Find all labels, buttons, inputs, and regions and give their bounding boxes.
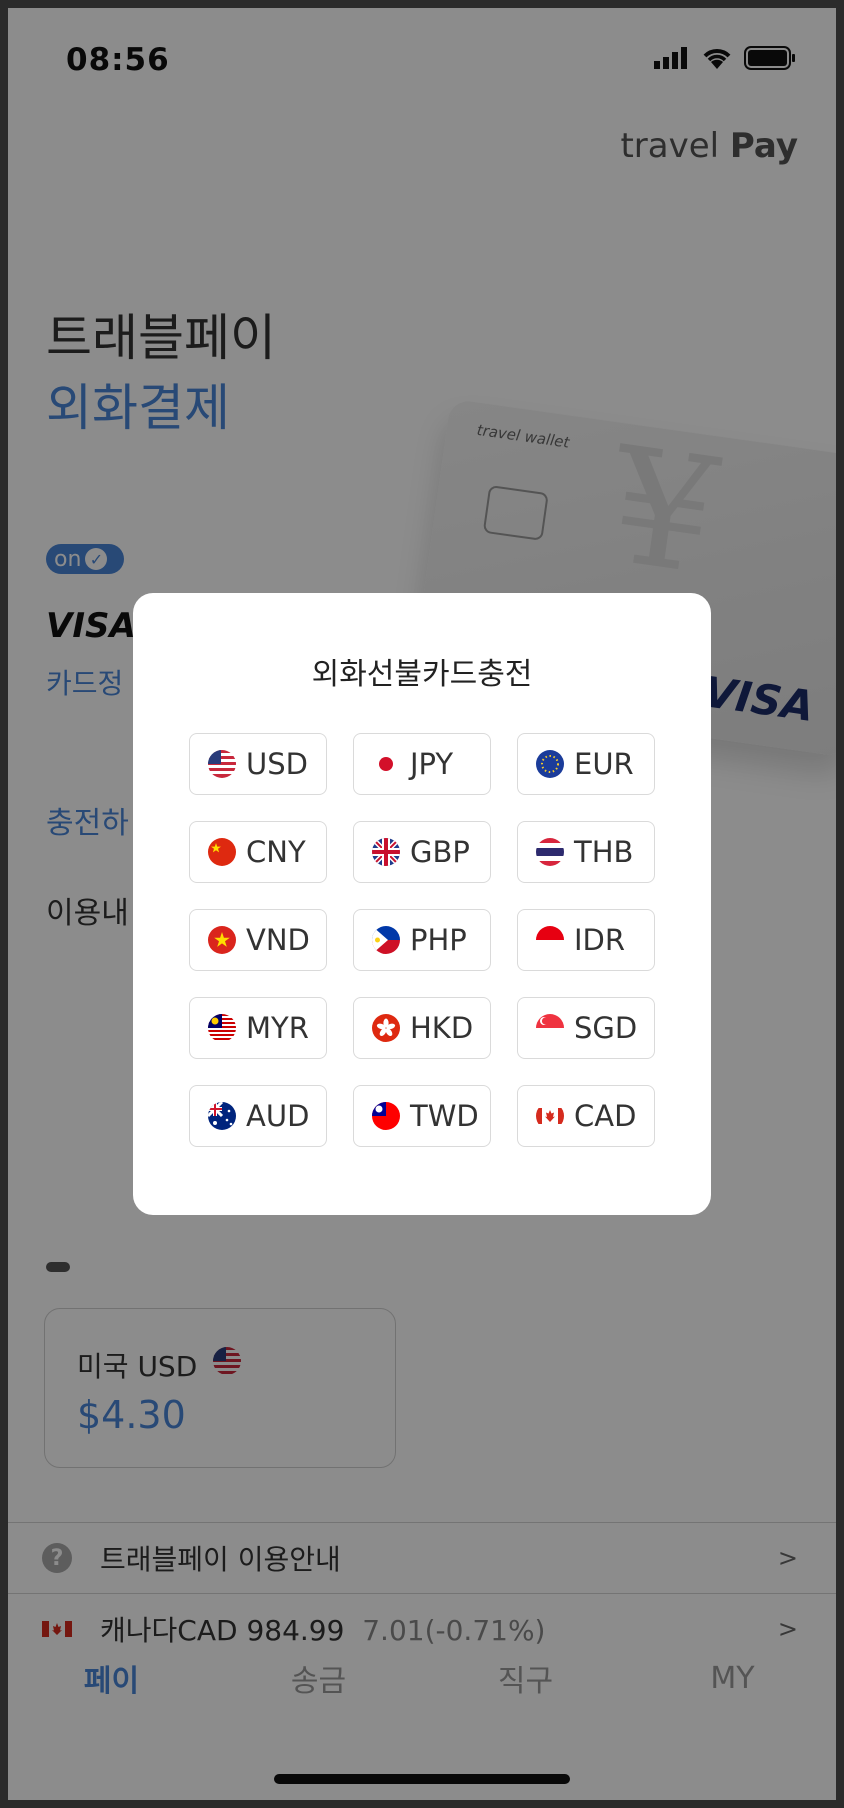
currency-button-cny[interactable]: CNY xyxy=(189,821,327,883)
currency-button-vnd[interactable]: VND xyxy=(189,909,327,971)
currency-button-eur[interactable]: EUR xyxy=(517,733,655,795)
japan-flag-icon xyxy=(372,750,400,778)
singapore-flag-icon xyxy=(536,1014,564,1042)
currency-button-sgd[interactable]: SGD xyxy=(517,997,655,1059)
vietnam-flag-icon xyxy=(208,926,236,954)
canada-flag-icon xyxy=(536,1102,564,1130)
thailand-flag-icon xyxy=(536,838,564,866)
uk-flag-icon xyxy=(372,838,400,866)
currency-button-jpy[interactable]: JPY xyxy=(353,733,491,795)
us-flag-icon xyxy=(208,750,236,778)
eu-flag-icon xyxy=(536,750,564,778)
currency-button-php[interactable]: PHP xyxy=(353,909,491,971)
australia-flag-icon xyxy=(208,1102,236,1130)
currency-button-thb[interactable]: THB xyxy=(517,821,655,883)
currency-button-idr[interactable]: IDR xyxy=(517,909,655,971)
currency-button-usd[interactable]: USD xyxy=(189,733,327,795)
modal-title: 외화선불카드충전 xyxy=(311,657,533,692)
currency-button-gbp[interactable]: GBP xyxy=(353,821,491,883)
china-flag-icon xyxy=(208,838,236,866)
currency-charge-modal: 외화선불카드충전 USD JPY EUR CNY GBP THB VND PHP… xyxy=(133,593,711,1215)
currency-button-myr[interactable]: MYR xyxy=(189,997,327,1059)
currency-button-cad[interactable]: CAD xyxy=(517,1085,655,1147)
currency-button-hkd[interactable]: HKD xyxy=(353,997,491,1059)
currency-button-twd[interactable]: TWD xyxy=(353,1085,491,1147)
indonesia-flag-icon xyxy=(536,926,564,954)
app-screen: 08:56 travel Pay 트래블페이 외화결제 travel walle… xyxy=(8,8,836,1800)
malaysia-flag-icon xyxy=(208,1014,236,1042)
philippines-flag-icon xyxy=(372,926,400,954)
hongkong-flag-icon xyxy=(372,1014,400,1042)
taiwan-flag-icon xyxy=(372,1102,400,1130)
currency-button-aud[interactable]: AUD xyxy=(189,1085,327,1147)
currency-grid: USD JPY EUR CNY GBP THB VND PHP IDR MYR … xyxy=(189,733,655,1147)
